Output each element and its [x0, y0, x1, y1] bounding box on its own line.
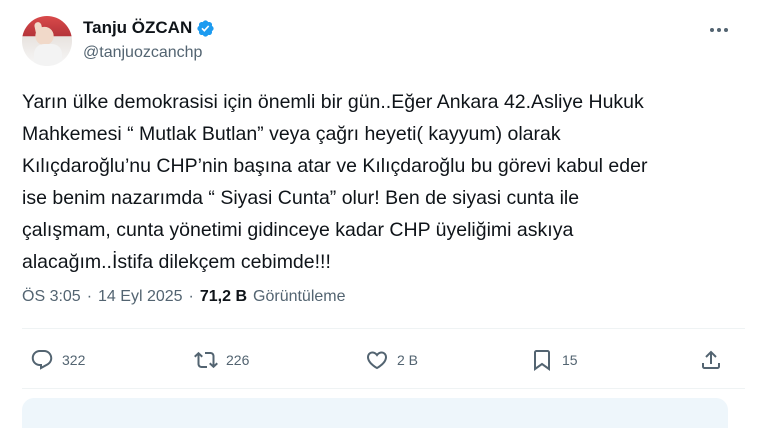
retweet-count: 226	[226, 352, 250, 368]
verified-badge-icon	[197, 19, 214, 37]
like-button[interactable]: 2 B	[365, 348, 418, 372]
bookmark-count: 15	[562, 352, 578, 368]
views-count: 71,2 B	[199, 288, 248, 305]
share-icon	[702, 350, 720, 369]
bookmark-button[interactable]: 15	[530, 348, 578, 372]
views-label: Görüntüleme	[253, 288, 346, 305]
meta-separator: ·	[86, 288, 93, 305]
author-display-name[interactable]: Tanju ÖZCAN	[83, 18, 192, 38]
avatar[interactable]	[22, 16, 72, 66]
tweet-date[interactable]: 14 Eyl 2025	[98, 288, 183, 306]
retweet-button[interactable]: 226	[194, 348, 249, 372]
bookmark-icon	[534, 350, 550, 371]
retweet-icon	[194, 351, 218, 369]
more-icon[interactable]	[707, 20, 731, 40]
tweet-card: Tanju ÖZCAN @tanjuozcanchp Yarın ülke de…	[0, 0, 767, 428]
like-icon	[366, 351, 388, 370]
divider	[22, 328, 745, 329]
like-count: 2 B	[397, 352, 419, 368]
author-row: Tanju ÖZCAN	[83, 18, 215, 38]
author-handle[interactable]: @tanjuozcanchp	[83, 44, 202, 62]
tweet-time[interactable]: ÖS 3:05	[22, 288, 81, 306]
reply-button[interactable]: 322	[30, 348, 85, 372]
action-bar: 322 226 2 B 15	[22, 348, 745, 378]
reply-count: 322	[62, 352, 86, 368]
community-note-box	[22, 398, 728, 428]
reply-icon	[31, 350, 53, 370]
tweet-text: Yarın ülke demokrasisi için önemli bir g…	[22, 91, 648, 273]
share-button[interactable]	[699, 348, 723, 372]
divider	[22, 388, 745, 389]
tweet-meta: ÖS 3:05 · 14 Eyl 2025 · 71,2 B Görüntüle…	[22, 288, 346, 306]
meta-separator: ·	[188, 288, 194, 305]
